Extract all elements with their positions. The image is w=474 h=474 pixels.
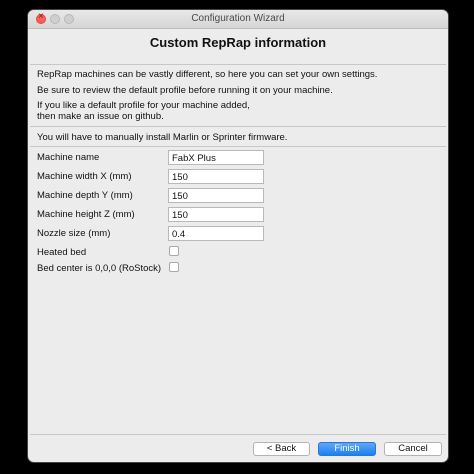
- nozzle-size-label: Nozzle size (mm): [37, 228, 111, 239]
- machine-height-label: Machine height Z (mm): [37, 209, 135, 220]
- finish-button[interactable]: Finish: [318, 442, 376, 456]
- machine-width-label: Machine width X (mm): [37, 171, 132, 182]
- window-title: Configuration Wizard: [191, 13, 285, 24]
- intro-line-1: RepRap machines can be vastly different,…: [37, 69, 378, 80]
- machine-name-field[interactable]: FabX Plus: [168, 150, 264, 165]
- bed-center-checkbox[interactable]: [169, 262, 179, 272]
- heading-divider: [30, 64, 446, 65]
- footer-divider: [30, 434, 446, 435]
- machine-depth-label: Machine depth Y (mm): [37, 190, 133, 201]
- heated-bed-label: Heated bed: [37, 247, 87, 258]
- nozzle-size-field[interactable]: 0.4: [168, 226, 264, 241]
- page-heading: Custom RepRap information: [149, 35, 327, 50]
- machine-height-field[interactable]: 150: [168, 207, 264, 222]
- configuration-wizard-window: Configuration Wizard Custom RepRap infor…: [28, 10, 448, 462]
- machine-name-label: Machine name: [37, 152, 100, 163]
- machine-width-field[interactable]: 150: [168, 169, 264, 184]
- cancel-button[interactable]: Cancel: [384, 442, 442, 456]
- machine-depth-field[interactable]: 150: [168, 188, 264, 203]
- firmware-divider: [30, 146, 446, 147]
- back-button[interactable]: < Back: [253, 442, 310, 456]
- bed-center-label: Bed center is 0,0,0 (RoStock): [37, 263, 162, 274]
- firmware-note: You will have to manually install Marlin…: [37, 132, 288, 143]
- intro-line-2: Be sure to review the default profile be…: [37, 85, 333, 96]
- heated-bed-checkbox[interactable]: [169, 246, 179, 256]
- intro-divider: [30, 126, 446, 127]
- intro-line-4: then make an issue on github.: [37, 111, 164, 122]
- title-bar[interactable]: Configuration Wizard: [28, 10, 448, 29]
